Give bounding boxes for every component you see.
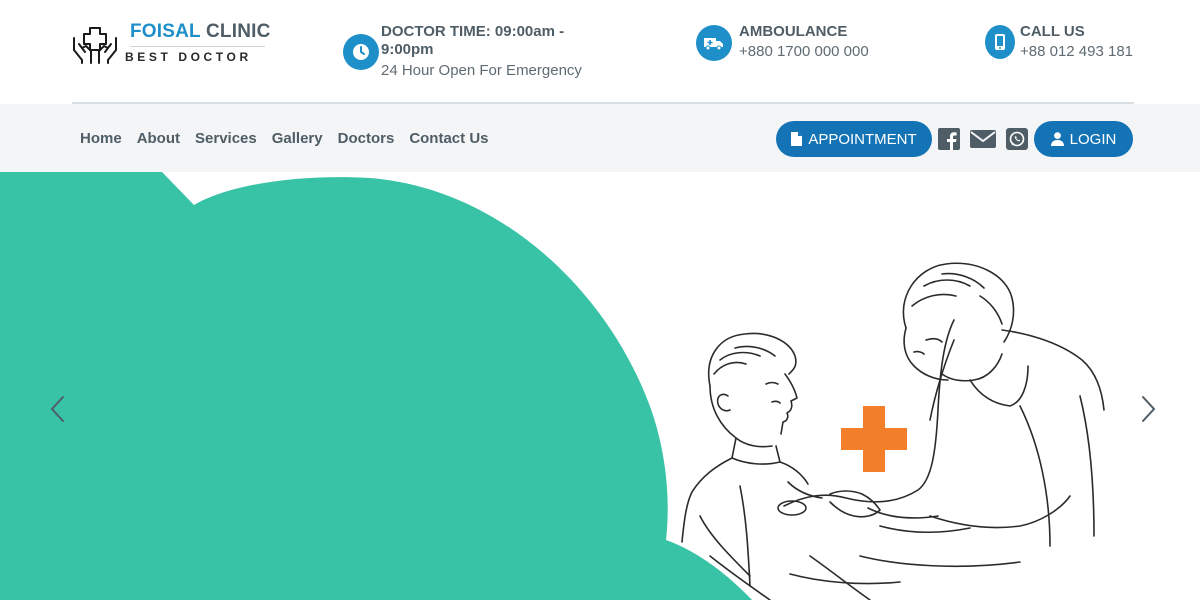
appointment-button-label: APPOINTMENT bbox=[808, 130, 917, 148]
ambulance-icon bbox=[696, 25, 732, 61]
chevron-right-icon[interactable] bbox=[1136, 394, 1160, 424]
doctor-time-info: DOCTOR TIME: 09:00am - 9:00pm 24 Hour Op… bbox=[343, 22, 603, 82]
user-icon bbox=[1050, 132, 1064, 146]
envelope-icon[interactable] bbox=[970, 128, 996, 150]
brand-name: FOISAL CLINIC bbox=[130, 21, 271, 43]
facebook-icon[interactable] bbox=[938, 128, 960, 150]
clock-icon bbox=[343, 34, 379, 70]
nav-link-gallery[interactable]: Gallery bbox=[272, 130, 323, 147]
call-us-info: CALL US +88 012 493 181 bbox=[985, 22, 1155, 82]
doctor-examining-boy-illustration bbox=[681, 262, 1105, 600]
top-info-bar: FOISAL CLINIC BEST DOCTOR DOCTOR TIME: 0… bbox=[0, 0, 1200, 104]
brand-logo[interactable]: FOISAL CLINIC BEST DOCTOR bbox=[72, 20, 272, 70]
brand-name-part2: CLINIC bbox=[206, 21, 271, 42]
hero-carousel bbox=[0, 172, 1200, 600]
doctor-time-title: DOCTOR TIME: 09:00am - 9:00pm bbox=[381, 23, 564, 59]
whatsapp-icon[interactable] bbox=[1006, 128, 1028, 150]
mobile-phone-icon bbox=[985, 25, 1015, 59]
nav-link-about[interactable]: About bbox=[137, 130, 180, 147]
doctor-time-subtitle: 24 Hour Open For Emergency bbox=[381, 62, 582, 79]
ambulance-info: AMBOULANCE +880 1700 000 000 bbox=[696, 22, 916, 82]
nav-links: Home About Services Gallery Doctors Cont… bbox=[80, 130, 489, 147]
call-us-title: CALL US bbox=[1020, 23, 1085, 40]
main-navbar: Home About Services Gallery Doctors Cont… bbox=[0, 104, 1200, 172]
login-button[interactable]: LOGIN bbox=[1034, 121, 1133, 157]
nav-link-doctors[interactable]: Doctors bbox=[338, 130, 395, 147]
hands-medical-cross-icon bbox=[73, 27, 117, 64]
nav-link-contact-us[interactable]: Contact Us bbox=[409, 130, 488, 147]
ambulance-number[interactable]: +880 1700 000 000 bbox=[739, 43, 869, 61]
brand-name-part1: FOISAL bbox=[130, 21, 201, 42]
ambulance-title: AMBOULANCE bbox=[739, 23, 848, 40]
document-icon bbox=[791, 132, 803, 146]
nav-link-services[interactable]: Services bbox=[195, 130, 257, 147]
call-us-number[interactable]: +88 012 493 181 bbox=[1020, 43, 1133, 61]
nav-link-home[interactable]: Home bbox=[80, 130, 122, 147]
logo-divider bbox=[130, 46, 265, 47]
doctor-time-title-line2: 9:00pm bbox=[381, 41, 434, 58]
doctor-time-title-line1: DOCTOR TIME: 09:00am - bbox=[381, 23, 565, 40]
login-button-label: LOGIN bbox=[1069, 130, 1117, 148]
appointment-button[interactable]: APPOINTMENT bbox=[776, 121, 932, 157]
brand-tagline: BEST DOCTOR bbox=[125, 50, 252, 64]
chevron-left-icon[interactable] bbox=[46, 394, 70, 424]
